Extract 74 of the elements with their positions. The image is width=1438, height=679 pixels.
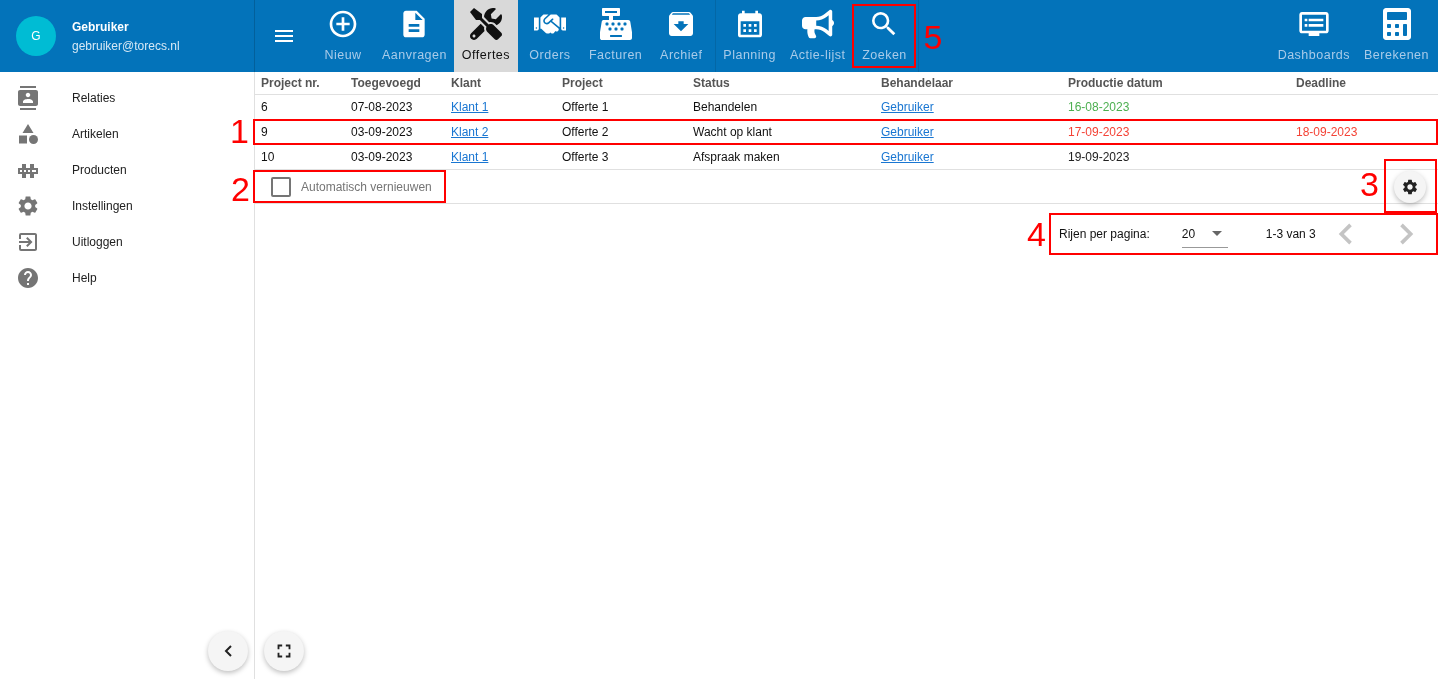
table-cell-text: 19-09-2023 [1068,150,1131,164]
sidebar-item[interactable]: Instellingen [0,188,200,224]
calculator-icon [1380,8,1413,40]
table-cell-text: 07-08-2023 [351,100,414,114]
user-name: Gebruiker [72,19,130,34]
shapes-icon [16,122,40,146]
toolbar-button[interactable]: Dashboards [1270,0,1358,72]
handler-link[interactable]: Gebruiker [881,150,934,164]
settings-button[interactable] [1394,170,1426,203]
client-link[interactable]: Klant 1 [451,150,489,164]
annotation-number: 1 [230,114,249,148]
checkbox-label: Automatisch vernieuwen [301,179,432,194]
toolbar-button[interactable]: Planning [716,0,783,72]
handler-link[interactable]: Gebruiker [881,100,934,114]
contact-card-icon [16,86,40,110]
logout-icon [16,230,40,254]
cash-register-icon [599,8,632,40]
table-cell-text: 6 [261,100,269,114]
checkbox[interactable] [271,176,291,197]
sidebar-item[interactable]: Relaties [0,80,200,116]
chevron-left-icon [224,645,232,657]
table-cell-text: 10 [261,150,276,164]
page-range: 1-3 van 3 [1265,227,1316,241]
table-cell-text: Wacht op klant [693,125,773,139]
column-header: Deadline [1296,76,1347,90]
sidebar-item[interactable]: Artikelen [0,116,200,152]
column-header: Toegevoegd [351,76,422,90]
help-icon [16,266,40,290]
annotation-number: 2 [231,172,250,206]
column-header: Productie datum [1068,76,1164,90]
settings-icon [16,194,40,218]
toolbar-button[interactable]: Actie-lijst [782,0,853,72]
table-cell-text: 16-08-2023 [1068,100,1131,114]
table-cell-text: Offerte 2 [562,125,610,139]
handler-link[interactable]: Gebruiker [881,125,934,139]
user-email: gebruiker@torecs.nl [72,38,180,53]
annotation-box [852,4,917,68]
settings-icon [1401,177,1419,196]
table-cell-text: 9 [261,125,269,139]
table-cell-text: 18-09-2023 [1296,125,1359,139]
column-header: Project [562,76,604,90]
avatar: G [16,16,56,56]
rows-per-page-select[interactable]: 20 [1181,220,1228,248]
table-cell-text: 03-09-2023 [351,150,414,164]
table-cell-text: 03-09-2023 [351,125,414,139]
table-cell-text: 17-09-2023 [1068,125,1131,139]
table-cell-text: Offerte 3 [562,150,610,164]
toolbar-button[interactable]: Facturen [581,0,650,72]
table-cell-text: Offerte 1 [562,100,610,114]
column-header: Project nr. [261,76,321,90]
toolbar-button[interactable]: Orders [517,0,582,72]
toolbar-button[interactable]: Nieuw [311,0,375,72]
client-link[interactable]: Klant 1 [451,100,489,114]
rows-per-page-label: Rijen per pagina: [1059,227,1150,241]
column-header: Behandelaar [881,76,955,90]
sidebar-item[interactable]: Producten [0,152,200,188]
caret-icon [1211,231,1222,236]
megaphone-icon [801,8,834,40]
tools-icon [469,8,502,40]
fullscreen-button[interactable] [264,631,304,671]
sidebar-item[interactable]: Uitloggen [0,224,200,260]
column-header: Klant [451,76,482,90]
sidebar-item[interactable]: Help [0,260,200,296]
annotation-number: 4 [1027,217,1046,251]
toolbar-button[interactable]: Archief [649,0,714,72]
toolbar-button[interactable]: Berekenen [1357,0,1436,72]
client-link[interactable]: Klant 2 [451,125,489,139]
table-cell-text: Afspraak maken [693,150,781,164]
toolbar-button[interactable]: Offertes [453,0,518,72]
annotation-number: 3 [1360,166,1379,201]
toolbar-button[interactable]: Aanvragen [375,0,454,72]
table-cell-text: Behandelen [693,100,759,114]
annotation-number: 5 [923,20,943,54]
column-header: Status [693,76,731,90]
